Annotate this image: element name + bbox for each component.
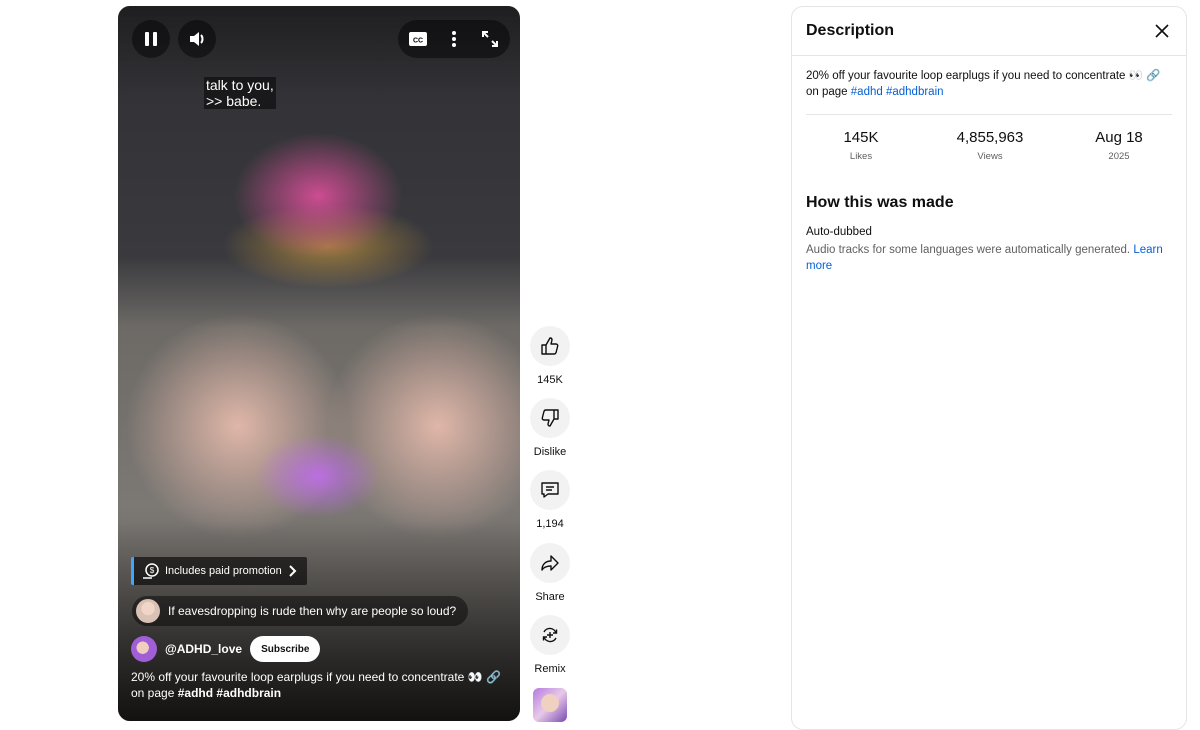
stat-label: 2025 [1108, 151, 1130, 162]
video-description-tags[interactable]: #adhd #adhdbrain [178, 686, 281, 700]
volume-button[interactable] [178, 20, 216, 58]
auto-dubbed-text: Audio tracks for some languages were aut… [806, 244, 1131, 256]
chevron-right-icon [289, 565, 297, 577]
stat-value: Aug 18 [1095, 129, 1143, 146]
subscribe-button[interactable]: Subscribe [250, 636, 321, 662]
hashtag-link[interactable]: #adhd [851, 86, 883, 98]
comments-action: 1,194 [530, 470, 570, 530]
svg-text:CC: CC [413, 38, 423, 45]
channel-name[interactable]: @ADHD_love [165, 642, 242, 656]
like-action: 145K [530, 326, 570, 386]
top-comment-text: If eavesdropping is rude then why are pe… [168, 604, 457, 618]
dislike-action: Dislike [530, 398, 570, 458]
pause-button[interactable] [132, 20, 170, 58]
stat-value: 145K [843, 129, 879, 146]
caption-line: talk to you, [206, 77, 274, 93]
commenter-avatar [136, 599, 160, 623]
more-vertical-icon [452, 31, 456, 47]
remix-icon [542, 627, 558, 643]
thumbs-down-icon [541, 409, 559, 427]
cc-icon: CC [409, 32, 427, 46]
player-controls: CC [398, 20, 510, 58]
share-button[interactable] [530, 543, 570, 583]
views-stat: 4,855,963 Views [935, 129, 1045, 162]
share-label: Share [535, 591, 565, 603]
thumbs-up-icon [541, 337, 559, 355]
paid-promotion-label: Includes paid promotion [165, 565, 282, 577]
likes-stat: 145K Likes [806, 129, 916, 162]
shorts-video-player[interactable]: CC talk to you, >> babe. $ Includes paid… [118, 6, 520, 721]
video-stats: 145K Likes 4,855,963 Views Aug 18 2025 [806, 129, 1174, 162]
stat-value: 4,855,963 [956, 129, 1024, 146]
hashtag-link[interactable]: #adhdbrain [886, 86, 944, 98]
pause-icon [145, 32, 157, 46]
panel-title: Description [806, 22, 895, 39]
volume-icon [190, 32, 204, 46]
date-stat: Aug 18 2025 [1064, 129, 1174, 162]
stat-label: Likes [849, 151, 873, 162]
captions-button[interactable]: CC [400, 20, 436, 58]
video-description[interactable]: 20% off your favourite loop earplugs if … [131, 669, 511, 701]
paid-promotion-icon: $ [143, 563, 159, 579]
remix-label: Remix [534, 663, 566, 675]
divider [806, 114, 1172, 115]
fullscreen-button[interactable] [472, 20, 508, 58]
like-count: 145K [537, 374, 563, 386]
auto-dubbed-description: Audio tracks for some languages were aut… [806, 242, 1176, 274]
sound-thumbnail[interactable] [533, 688, 567, 722]
svg-text:$: $ [150, 566, 155, 575]
divider [792, 55, 1186, 56]
description-panel: Description 20% off your favourite loop … [791, 6, 1187, 730]
paid-promotion-badge[interactable]: $ Includes paid promotion [131, 557, 307, 585]
share-icon [541, 555, 559, 571]
channel-avatar[interactable] [131, 636, 157, 662]
fullscreen-icon [482, 31, 498, 47]
share-action: Share [530, 543, 570, 603]
stat-label: Views [977, 151, 1003, 162]
comments-button[interactable] [530, 470, 570, 510]
more-options-button[interactable] [436, 20, 472, 58]
remix-button[interactable] [530, 615, 570, 655]
dislike-button[interactable] [530, 398, 570, 438]
video-caption: talk to you, >> babe. [204, 77, 276, 109]
dislike-label: Dislike [533, 446, 567, 458]
top-comment-pill[interactable]: If eavesdropping is rude then why are pe… [132, 596, 469, 626]
comment-icon [541, 482, 559, 498]
caption-line: >> babe. [206, 93, 262, 109]
comment-count: 1,194 [536, 518, 564, 530]
panel-header: Description [806, 21, 1172, 41]
remix-action: Remix [530, 615, 570, 675]
close-icon [1155, 24, 1169, 38]
auto-dubbed-title: Auto-dubbed [806, 226, 872, 238]
close-panel-button[interactable] [1152, 21, 1172, 41]
channel-row: @ADHD_love Subscribe [131, 636, 321, 662]
panel-description: 20% off your favourite loop earplugs if … [806, 68, 1176, 100]
like-button[interactable] [530, 326, 570, 366]
how-this-was-made-heading: How this was made [806, 194, 954, 211]
